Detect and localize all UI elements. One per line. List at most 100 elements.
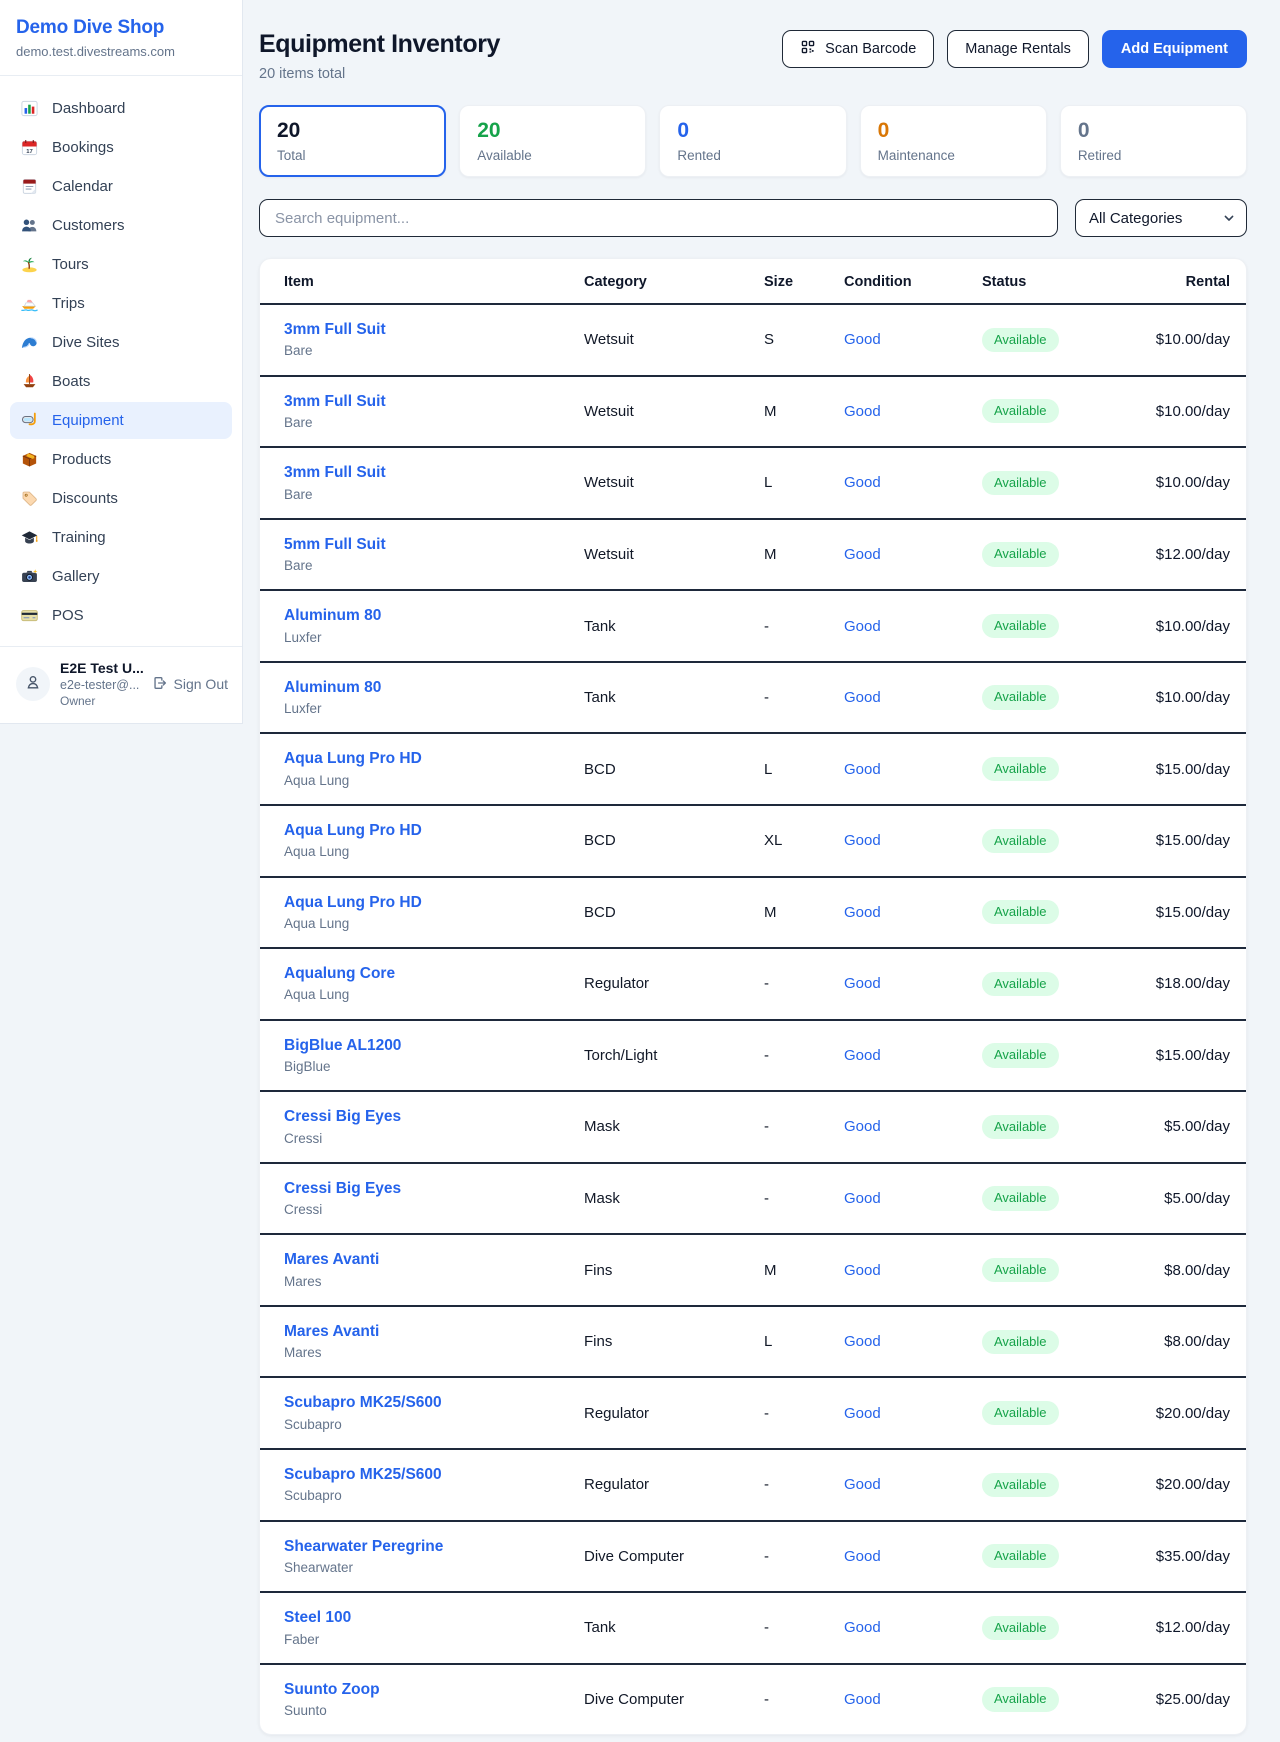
status-badge: Available (982, 614, 1059, 638)
stat-card-maintenance[interactable]: 0 Maintenance (860, 105, 1047, 177)
sidebar-item-boats[interactable]: Boats (10, 363, 232, 400)
item-name-link[interactable]: Scubapro MK25/S600 (284, 1465, 442, 1484)
item-name-link[interactable]: 3mm Full Suit (284, 392, 386, 411)
category-select[interactable]: All Categories (1075, 199, 1247, 237)
item-rental-rate: $15.00/day (1116, 877, 1247, 949)
item-condition-link[interactable]: Good (844, 1691, 881, 1708)
sidebar-item-dive-sites[interactable]: Dive Sites (10, 324, 232, 361)
item-condition-link[interactable]: Good (844, 1118, 881, 1135)
item-name-link[interactable]: Shearwater Peregrine (284, 1537, 443, 1556)
speedboat-icon (20, 294, 39, 313)
item-brand: Faber (284, 1632, 584, 1648)
item-brand: Aqua Lung (284, 916, 584, 932)
item-category: Mask (584, 1163, 764, 1235)
table-header: Item Category Size Condition Status Rent… (260, 259, 1247, 304)
items-total-count: 20 items total (259, 66, 500, 82)
sidebar-item-label: Customers (52, 217, 125, 234)
brand-name: Demo Dive Shop (16, 17, 226, 39)
item-condition-link[interactable]: Good (844, 1405, 881, 1422)
stat-label: Maintenance (878, 148, 1029, 163)
sign-out-label: Sign Out (174, 676, 228, 692)
status-badge: Available (982, 542, 1059, 566)
manage-rentals-button[interactable]: Manage Rentals (947, 30, 1089, 68)
item-name-link[interactable]: Mares Avanti (284, 1250, 379, 1269)
item-condition-link[interactable]: Good (844, 1190, 881, 1207)
item-condition-link[interactable]: Good (844, 1333, 881, 1350)
sidebar-item-products[interactable]: Products (10, 441, 232, 478)
item-condition-link[interactable]: Good (844, 761, 881, 778)
item-name-link[interactable]: Mares Avanti (284, 1322, 379, 1341)
item-condition-link[interactable]: Good (844, 1619, 881, 1636)
column-header-size: Size (764, 259, 844, 304)
sidebar-item-pos[interactable]: POS (10, 597, 232, 634)
sidebar-item-customers[interactable]: Customers (10, 207, 232, 244)
column-header-status: Status (982, 259, 1116, 304)
dive-mask-icon (20, 411, 39, 430)
item-name-link[interactable]: Cressi Big Eyes (284, 1107, 401, 1126)
user-email: e2e-tester@... (60, 678, 142, 692)
sign-out-button[interactable]: Sign Out (152, 675, 228, 694)
item-name-link[interactable]: Cressi Big Eyes (284, 1179, 401, 1198)
sidebar-item-label: Dashboard (52, 100, 125, 117)
item-name-link[interactable]: Aluminum 80 (284, 678, 381, 697)
table-row: Aqua Lung Pro HD Aqua Lung BCD M Good Av… (260, 877, 1247, 949)
equipment-table-card: Item Category Size Condition Status Rent… (259, 258, 1247, 1735)
stat-card-retired[interactable]: 0 Retired (1060, 105, 1247, 177)
item-rental-rate: $5.00/day (1116, 1163, 1247, 1235)
search-input[interactable] (259, 199, 1058, 237)
calendar-icon (20, 177, 39, 196)
item-condition-link[interactable]: Good (844, 546, 881, 563)
item-condition-link[interactable]: Good (844, 1047, 881, 1064)
table-row: Cressi Big Eyes Cressi Mask - Good Avail… (260, 1163, 1247, 1235)
item-name-link[interactable]: Scubapro MK25/S600 (284, 1393, 442, 1412)
stat-card-total[interactable]: 20 Total (259, 105, 446, 177)
sidebar-item-dashboard[interactable]: Dashboard (10, 90, 232, 127)
item-brand: Bare (284, 343, 584, 359)
item-size: XL (764, 805, 844, 877)
sidebar-item-equipment[interactable]: Equipment (10, 402, 232, 439)
sidebar-item-tours[interactable]: Tours (10, 246, 232, 283)
sidebar-item-calendar[interactable]: Calendar (10, 168, 232, 205)
item-condition-link[interactable]: Good (844, 689, 881, 706)
item-size: - (764, 662, 844, 734)
item-condition-link[interactable]: Good (844, 1262, 881, 1279)
item-condition-link[interactable]: Good (844, 904, 881, 921)
stat-value: 0 (1078, 119, 1229, 143)
item-condition-link[interactable]: Good (844, 618, 881, 635)
item-name-link[interactable]: 5mm Full Suit (284, 535, 386, 554)
item-name-link[interactable]: Suunto Zoop (284, 1680, 380, 1699)
sidebar-item-label: Equipment (52, 412, 124, 429)
item-name-link[interactable]: Aqua Lung Pro HD (284, 893, 422, 912)
item-condition-link[interactable]: Good (844, 975, 881, 992)
column-header-condition: Condition (844, 259, 982, 304)
item-category: Wetsuit (584, 376, 764, 448)
item-name-link[interactable]: Aluminum 80 (284, 606, 381, 625)
item-condition-link[interactable]: Good (844, 832, 881, 849)
item-name-link[interactable]: BigBlue AL1200 (284, 1036, 401, 1055)
sidebar-item-bookings[interactable]: 17 Bookings (10, 129, 232, 166)
item-name-link[interactable]: Aqualung Core (284, 964, 395, 983)
sidebar-item-discounts[interactable]: Discounts (10, 480, 232, 517)
stat-card-available[interactable]: 20 Available (459, 105, 646, 177)
table-row: Steel 100 Faber Tank - Good Available $1… (260, 1592, 1247, 1664)
item-condition-link[interactable]: Good (844, 474, 881, 491)
item-name-link[interactable]: Aqua Lung Pro HD (284, 821, 422, 840)
item-name-link[interactable]: Steel 100 (284, 1608, 351, 1627)
table-row: Mares Avanti Mares Fins L Good Available… (260, 1306, 1247, 1378)
add-equipment-button[interactable]: Add Equipment (1102, 30, 1247, 68)
sidebar-item-training[interactable]: Training (10, 519, 232, 556)
sidebar-item-trips[interactable]: Trips (10, 285, 232, 322)
item-condition-link[interactable]: Good (844, 403, 881, 420)
item-condition-link[interactable]: Good (844, 1476, 881, 1493)
table-row: Aqua Lung Pro HD Aqua Lung BCD L Good Av… (260, 733, 1247, 805)
stat-card-rented[interactable]: 0 Rented (659, 105, 846, 177)
scan-barcode-button[interactable]: Scan Barcode (782, 30, 934, 68)
status-badge: Available (982, 757, 1059, 781)
sidebar-item-gallery[interactable]: Gallery (10, 558, 232, 595)
item-rental-rate: $10.00/day (1116, 376, 1247, 448)
item-condition-link[interactable]: Good (844, 331, 881, 348)
item-name-link[interactable]: 3mm Full Suit (284, 320, 386, 339)
item-condition-link[interactable]: Good (844, 1548, 881, 1565)
item-name-link[interactable]: Aqua Lung Pro HD (284, 749, 422, 768)
item-name-link[interactable]: 3mm Full Suit (284, 463, 386, 482)
